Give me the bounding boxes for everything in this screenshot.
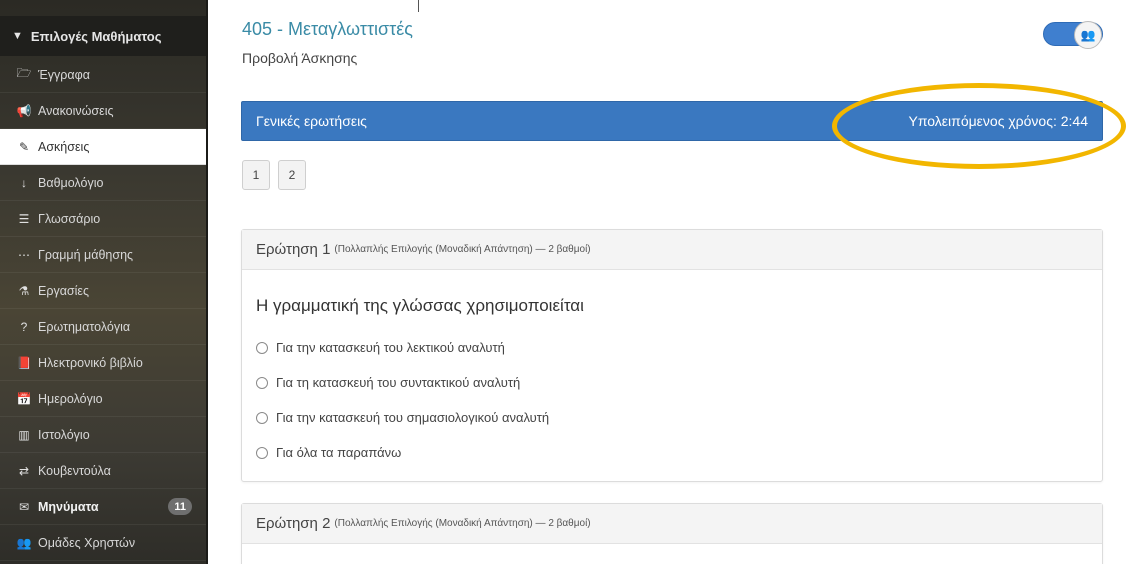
remaining-time: Υπολειπόμενος χρόνος: 2:44 <box>908 113 1088 129</box>
answer-option[interactable]: Για τη κατασκευή του συντακτικού αναλυτή <box>256 365 1088 400</box>
users-icon: 👥 <box>16 535 32 550</box>
student-view-toggle[interactable]: 👥 <box>1043 21 1103 49</box>
sidebar-item-exercises[interactable]: ✎ Ασκήσεις <box>0 129 206 165</box>
radio-button[interactable] <box>256 446 268 459</box>
sidebar-item-glossary[interactable]: ☰ Γλωσσάριο <box>0 201 206 237</box>
answer-label: Για την κατασκευή του σημασιολογικού ανα… <box>276 410 550 425</box>
question-meta: (Πολλαπλής Επιλογής (Μοναδική Απάντηση) … <box>334 518 591 529</box>
exchange-icon: ⇄ <box>18 463 30 478</box>
question-heading: Ερώτηση 1 <box>256 241 331 258</box>
list-icon: ☰ <box>18 211 30 226</box>
divider <box>418 0 419 12</box>
sidebar-item-blog[interactable]: ▥ Ιστολόγιο <box>0 417 206 453</box>
course-options-label: Επιλογές Μαθήματος <box>30 28 162 44</box>
sidebar-item-label: Ερωτηματολόγια <box>38 319 131 334</box>
sidebar-item-label: Ιστολόγιο <box>38 427 90 442</box>
answer-label: Για τη κατασκευή του συντακτικού αναλυτή <box>276 375 521 390</box>
sidebar-item-user-groups[interactable]: 👥 Ομάδες Χρηστών <box>0 525 206 561</box>
sort-numeric-icon: ↓ <box>21 175 27 190</box>
question-pager: 1 2 <box>242 160 306 190</box>
page-button-2[interactable]: 2 <box>278 160 306 190</box>
answer-option[interactable]: Για την κατασκευή του σημασιολογικού ανα… <box>256 400 1088 435</box>
answer-label: Για όλα τα παραπάνω <box>276 445 402 460</box>
sidebar-item-label: Ομάδες Χρηστών <box>38 535 136 550</box>
sidebar-item-documents[interactable]: 🗁 Έγγραφα <box>0 57 206 93</box>
calendar-icon: 📅 <box>16 391 32 406</box>
sidebar-item-questionnaires[interactable]: ? Ερωτηματολόγια <box>0 309 206 345</box>
messages-count-badge: 11 <box>168 498 192 515</box>
sidebar-item-label: Βαθμολόγιο <box>38 175 104 190</box>
sidebar-item-assignments[interactable]: ⚗ Εργασίες <box>0 273 206 309</box>
sidebar-item-messages[interactable]: ✉ Μηνύματα 11 <box>0 489 206 525</box>
exercise-title-bar: Γενικές ερωτήσεις Υπολειπόμενος χρόνος: … <box>241 101 1103 141</box>
sidebar-item-gradebook[interactable]: ↓ Βαθμολόγιο <box>0 165 206 201</box>
sidebar-item-label: Ασκήσεις <box>38 139 90 154</box>
exercise-title: Γενικές ερωτήσεις <box>256 113 367 129</box>
ellipsis-icon: ⋯ <box>18 247 30 262</box>
sidebar-item-label: Εργασίες <box>38 283 90 298</box>
question-panel-2: Ερώτηση 2 (Πολλαπλής Επιλογής (Μοναδική … <box>241 503 1103 564</box>
question-header: Ερώτηση 2 (Πολλαπλής Επιλογής (Μοναδική … <box>242 504 1102 544</box>
radio-button[interactable] <box>256 411 268 424</box>
envelope-icon: ✉ <box>18 499 30 514</box>
question-meta: (Πολλαπλής Επιλογής (Μοναδική Απάντηση) … <box>334 244 591 255</box>
sidebar-item-label: Έγγραφα <box>38 67 90 82</box>
columns-icon: ▥ <box>18 427 30 442</box>
answer-option[interactable]: Για όλα τα παραπάνω <box>256 435 1088 470</box>
sidebar-item-label: Ανακοινώσεις <box>38 103 114 118</box>
book-icon: 📕 <box>16 355 32 370</box>
page-subtitle: Προβολή Άσκησης <box>242 50 358 66</box>
question-heading: Ερώτηση 2 <box>256 515 331 532</box>
course-options-header[interactable]: ▼ Επιλογές Μαθήματος <box>0 16 206 56</box>
edit-icon: ✎ <box>18 139 30 154</box>
sidebar: ▼ Επιλογές Μαθήματος 🗁 Έγγραφα 📢 Ανακοιν… <box>0 0 208 564</box>
answer-label: Για την κατασκευή του λεκτικού αναλυτή <box>276 340 505 355</box>
sidebar-item-chat[interactable]: ⇄ Κουβεντούλα <box>0 453 206 489</box>
bullhorn-icon: 📢 <box>16 103 32 118</box>
sidebar-item-label: Μηνύματα <box>38 499 99 514</box>
flask-icon: ⚗ <box>18 283 30 298</box>
question-body: Η γραμματική της γλώσσας χρησιμοποιείται… <box>242 270 1102 486</box>
course-title[interactable]: 405 - Μεταγλωττιστές <box>242 19 413 40</box>
radio-button[interactable] <box>256 341 268 354</box>
sidebar-item-ebook[interactable]: 📕 Ηλεκτρονικό βιβλίο <box>0 345 206 381</box>
sidebar-item-label: Κουβεντούλα <box>38 463 111 478</box>
sidebar-item-label: Ημερολόγιο <box>38 391 103 406</box>
sidebar-item-label: Ηλεκτρονικό βιβλίο <box>38 355 143 370</box>
answer-option[interactable]: Για την κατασκευή του λεκτικού αναλυτή <box>256 330 1088 365</box>
question-header: Ερώτηση 1 (Πολλαπλής Επιλογής (Μοναδική … <box>242 230 1102 270</box>
radio-button[interactable] <box>256 376 268 389</box>
question-circle-icon: ? <box>20 319 28 334</box>
users-icon: 👥 <box>1074 21 1102 49</box>
folder-open-icon: 🗁 <box>16 66 32 80</box>
question-text: Η γραμματική της γλώσσας χρησιμοποιείται <box>256 296 584 315</box>
page-button-1[interactable]: 1 <box>242 160 270 190</box>
question-panel-1: Ερώτηση 1 (Πολλαπλής Επιλογής (Μοναδική … <box>241 229 1103 482</box>
sidebar-item-learning-path[interactable]: ⋯ Γραμμή μάθησης <box>0 237 206 273</box>
chevron-down-icon: ▼ <box>12 30 23 42</box>
sidebar-item-label: Γλωσσάριο <box>38 211 101 226</box>
sidebar-item-calendar[interactable]: 📅 Ημερολόγιο <box>0 381 206 417</box>
sidebar-item-announcements[interactable]: 📢 Ανακοινώσεις <box>0 93 206 129</box>
sidebar-item-label: Γραμμή μάθησης <box>38 247 134 262</box>
